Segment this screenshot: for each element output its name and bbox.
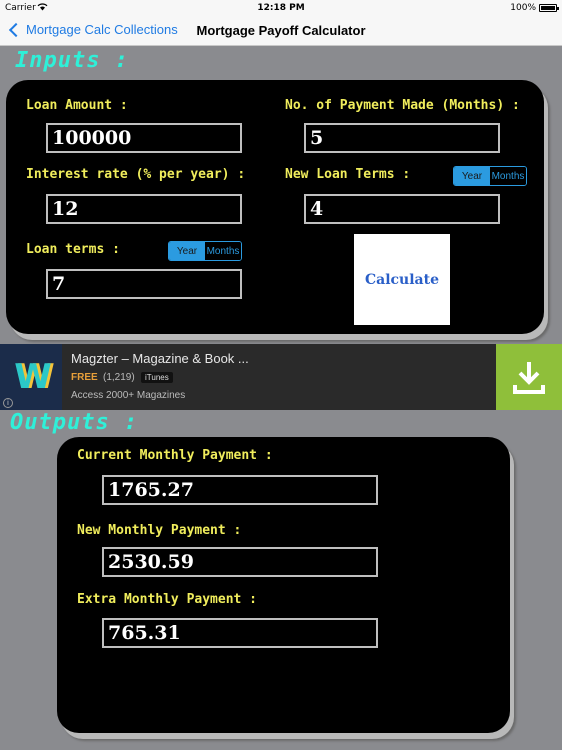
status-time: 12:18 PM: [257, 3, 305, 13]
payments-made-input[interactable]: 5: [304, 123, 500, 153]
interest-rate-input[interactable]: 12: [46, 194, 242, 224]
new-loan-terms-months-option[interactable]: Months: [490, 167, 526, 185]
loan-terms-months-option[interactable]: Months: [205, 242, 241, 260]
loan-amount-label: Loan Amount :: [26, 98, 128, 113]
current-payment-label: Current Monthly Payment :: [77, 448, 273, 463]
chevron-left-icon: [8, 22, 24, 37]
loan-terms-input[interactable]: 7: [46, 269, 242, 299]
ad-title: Magzter – Magazine & Book ...: [71, 351, 249, 366]
current-payment-value: 1765.27: [102, 475, 378, 505]
payments-made-label: No. of Payment Made (Months) :: [285, 98, 520, 113]
ad-store-badge: iTunes: [141, 372, 173, 383]
extra-payment-label: Extra Monthly Payment :: [77, 592, 258, 607]
battery-percent: 100%: [510, 3, 536, 13]
loan-amount-input[interactable]: 100000: [46, 123, 242, 153]
outputs-panel: Current Monthly Payment : 1765.27 New Mo…: [57, 437, 510, 733]
interest-rate-label: Interest rate (% per year) :: [26, 167, 246, 182]
navigation-bar: Mortgage Calc Collections Mortgage Payof…: [0, 16, 562, 46]
loan-terms-label: Loan terms :: [26, 242, 120, 257]
ad-price: FREE: [71, 372, 98, 383]
outputs-heading: Outputs :: [10, 410, 139, 435]
new-loan-terms-year-option[interactable]: Year: [454, 167, 490, 185]
extra-payment-value: 765.31: [102, 618, 378, 648]
loan-terms-year-option[interactable]: Year: [169, 242, 205, 260]
inputs-heading: Inputs :: [15, 48, 129, 73]
status-bar: Carrier 12:18 PM 100%: [0, 0, 562, 16]
new-payment-label: New Monthly Payment :: [77, 523, 242, 538]
download-button[interactable]: [496, 344, 562, 410]
back-button[interactable]: Mortgage Calc Collections: [8, 22, 178, 37]
back-button-label: Mortgage Calc Collections: [26, 22, 178, 37]
info-icon[interactable]: i: [3, 398, 13, 408]
ad-banner[interactable]: W i Magzter – Magazine & Book ... FREE (…: [0, 344, 562, 410]
loan-terms-unit-toggle: Year Months: [168, 241, 242, 261]
new-loan-terms-input[interactable]: 4: [304, 194, 500, 224]
new-payment-value: 2530.59: [102, 547, 378, 577]
ad-rating-count: (1,219): [103, 372, 135, 383]
new-loan-terms-unit-toggle: Year Months: [453, 166, 527, 186]
calculate-button[interactable]: Calculate: [354, 234, 450, 325]
inputs-panel: Loan Amount : 100000 No. of Payment Made…: [6, 80, 544, 334]
download-icon: [513, 362, 545, 394]
new-loan-terms-label: New Loan Terms :: [285, 167, 411, 182]
battery-icon: [539, 4, 559, 12]
ad-subtitle: Access 2000+ Magazines: [71, 390, 186, 401]
magzter-logo: W i: [0, 344, 62, 410]
